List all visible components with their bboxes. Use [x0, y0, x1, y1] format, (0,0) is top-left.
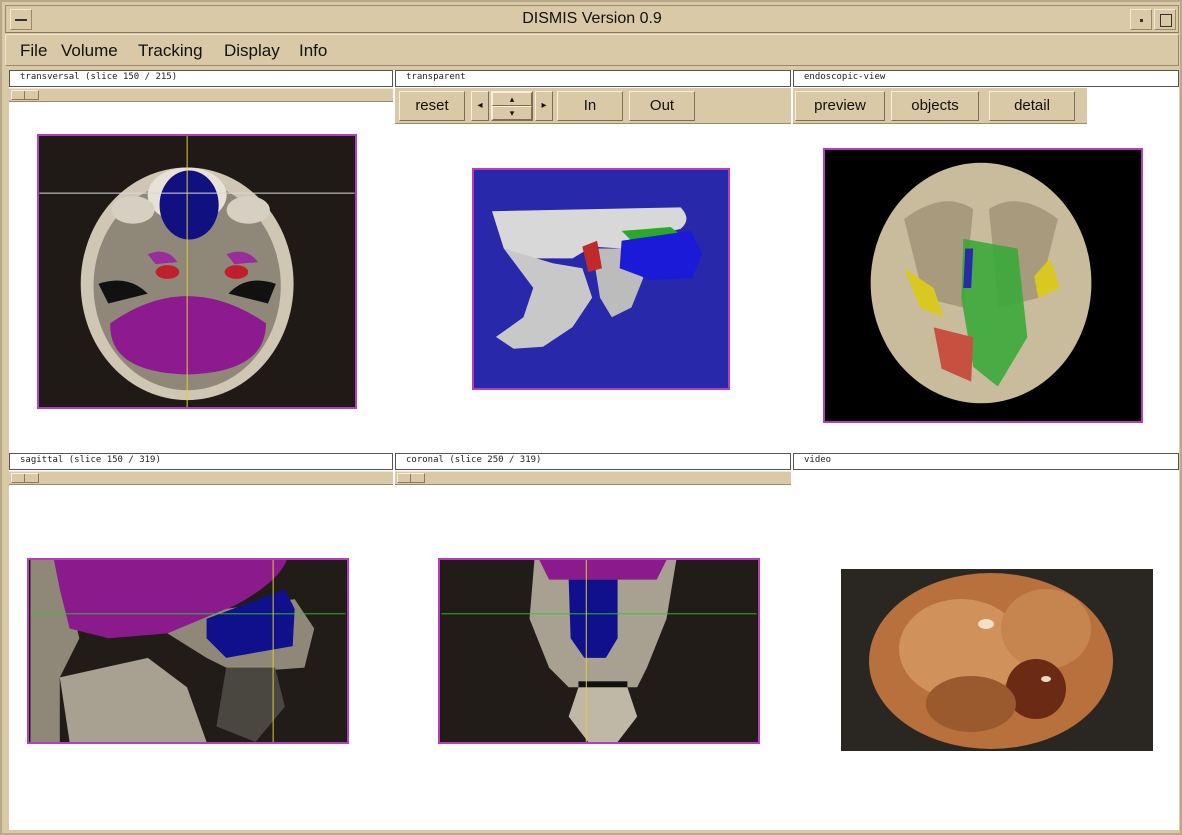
slider-thumb[interactable]: [11, 90, 39, 100]
app-window: DISMIS Version 0.9 File Volume Tracking …: [0, 0, 1182, 835]
menu-bar: File Volume Tracking Display Info: [5, 34, 1179, 66]
coronal-slice-slider[interactable]: [395, 471, 791, 485]
menu-info[interactable]: Info: [299, 41, 327, 61]
reset-button[interactable]: reset: [399, 91, 465, 121]
slider-thumb[interactable]: [11, 473, 39, 483]
maximize-button[interactable]: [1154, 9, 1176, 30]
transparent-label: transparent: [395, 70, 791, 87]
workspace: transversal (slice 150 / 215) transparen…: [9, 70, 1179, 830]
zoom-out-button[interactable]: Out: [629, 91, 695, 121]
endoscopic-3d-image: [825, 150, 1141, 421]
preview-button[interactable]: preview: [795, 91, 885, 121]
transparent-3d-image: [474, 170, 728, 388]
sagittal-slice-slider[interactable]: [9, 471, 393, 485]
transversal-label: transversal (slice 150 / 215): [9, 70, 393, 87]
transparent-view[interactable]: [472, 168, 730, 390]
objects-button[interactable]: objects: [891, 91, 979, 121]
zoom-in-button[interactable]: In: [557, 91, 623, 121]
window-title: DISMIS Version 0.9: [522, 10, 662, 27]
sagittal-image: [30, 560, 346, 742]
video-label: video: [793, 453, 1179, 470]
menu-tracking[interactable]: Tracking: [138, 41, 203, 61]
transversal-slice-slider[interactable]: [9, 88, 393, 102]
rotate-right-button[interactable]: ▸: [535, 91, 553, 121]
coronal-label: coronal (slice 250 / 319): [395, 453, 791, 470]
rotate-up-button[interactable]: ▴: [492, 92, 532, 106]
slider-thumb[interactable]: [397, 473, 425, 483]
rotate-down-button[interactable]: ▾: [492, 106, 532, 120]
video-view[interactable]: [841, 569, 1153, 751]
up-down-stepper[interactable]: ▴ ▾: [491, 91, 533, 121]
menu-display[interactable]: Display: [224, 41, 280, 61]
coronal-image: [441, 560, 757, 742]
title-bar[interactable]: DISMIS Version 0.9: [5, 5, 1179, 33]
sagittal-label: sagittal (slice 150 / 319): [9, 453, 393, 470]
rotate-left-button[interactable]: ◂: [471, 91, 489, 121]
transversal-view[interactable]: [37, 134, 357, 409]
transversal-image: [39, 136, 355, 407]
video-endoscope-image: [841, 569, 1153, 751]
transparent-toolbar: reset ◂ ▴ ▾ ▸ In Out: [395, 88, 791, 124]
endoscopic-view[interactable]: [823, 148, 1143, 423]
sagittal-view[interactable]: [27, 558, 349, 744]
coronal-view[interactable]: [438, 558, 760, 744]
endoscopic-label: endoscopic-view: [793, 70, 1179, 87]
detail-button[interactable]: detail: [989, 91, 1075, 121]
endoscopic-toolbar: preview objects detail: [793, 88, 1087, 124]
menu-file[interactable]: File: [20, 41, 47, 61]
minimize-button[interactable]: [1130, 9, 1152, 30]
menu-volume[interactable]: Volume: [61, 41, 118, 61]
